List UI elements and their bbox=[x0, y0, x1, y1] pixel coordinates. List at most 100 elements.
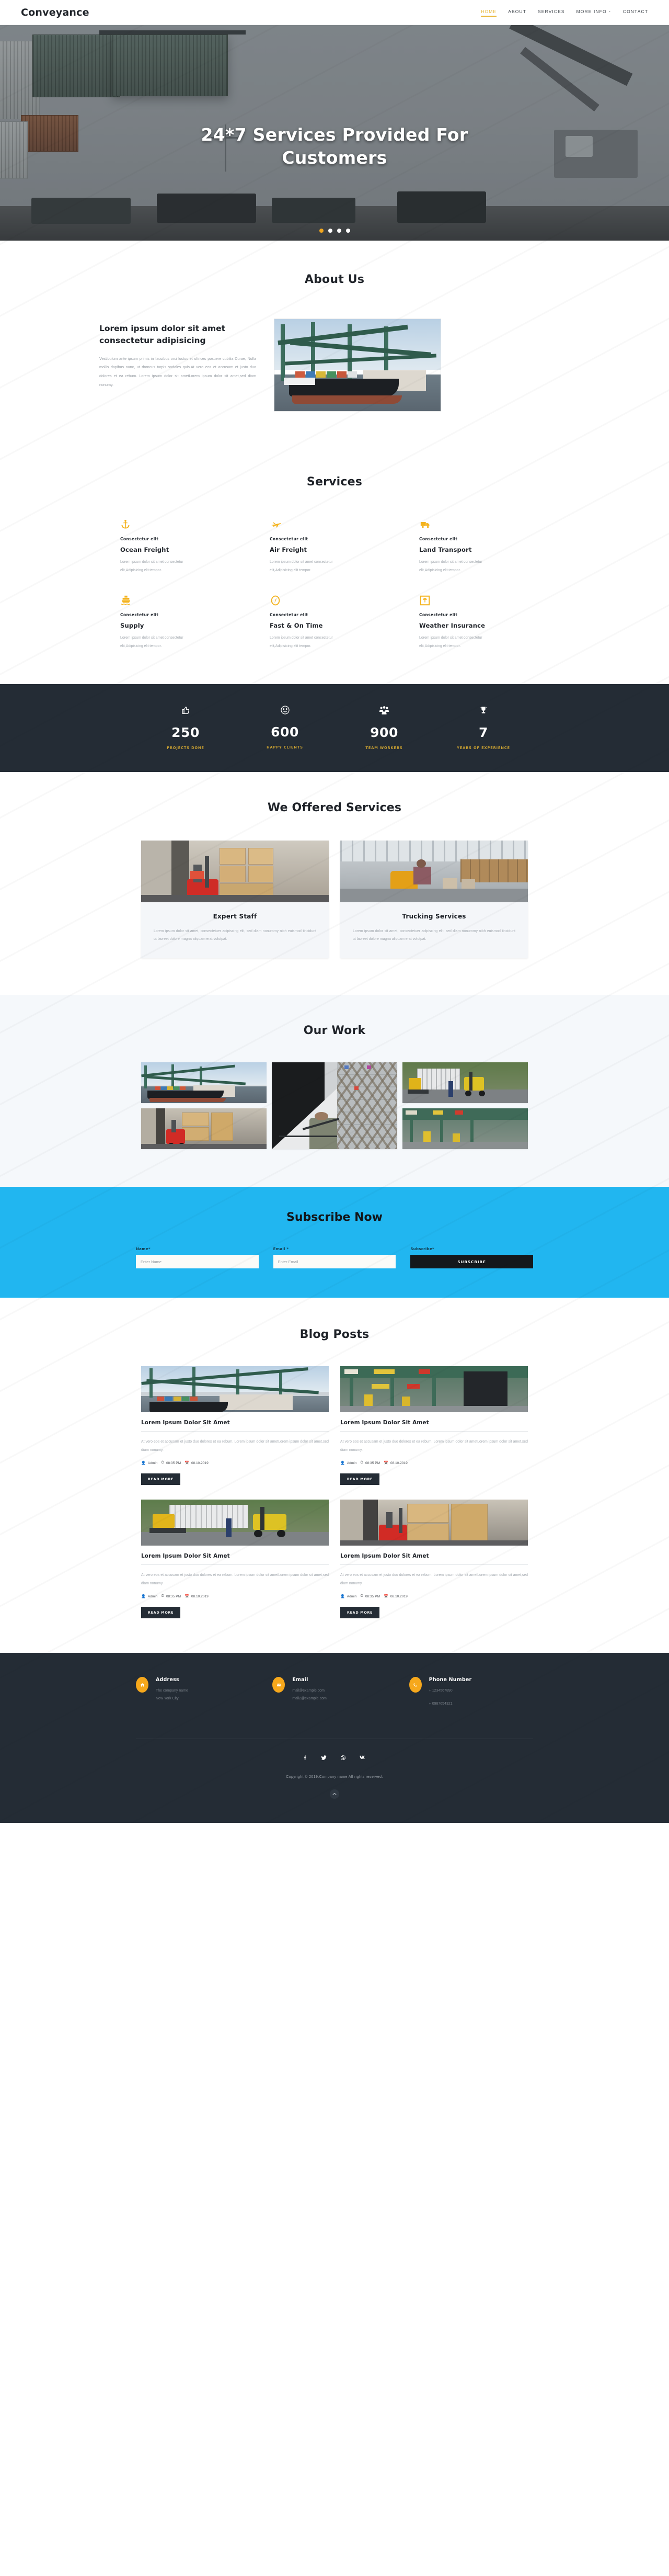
anchor-icon bbox=[120, 517, 250, 532]
read-more-button[interactable]: READ MORE bbox=[340, 1473, 380, 1485]
read-more-button[interactable]: READ MORE bbox=[141, 1473, 181, 1485]
blog-post-title[interactable]: Lorem Ipsum Dolor Sit Amet bbox=[340, 1420, 528, 1426]
stats-grid: 250 PROJECTS DONE 600 HAPPY CLIENTS 900 … bbox=[136, 705, 533, 750]
blog-post-image[interactable] bbox=[141, 1366, 329, 1413]
envelope-icon bbox=[272, 1677, 285, 1693]
about-section: About Us Lorem ipsum dolor sit amet cons… bbox=[0, 241, 669, 460]
service-kicker: Consectetur elit bbox=[120, 612, 159, 617]
service-card-supply[interactable]: Consectetur elit Supply Lorem ipsum dolo… bbox=[120, 593, 250, 651]
user-icon: 👤 bbox=[141, 1595, 146, 1599]
blog-post-image[interactable] bbox=[340, 1366, 528, 1413]
offered-card-title: Trucking Services bbox=[402, 912, 466, 920]
footer-phone-column: Phone Number + 1234567890 + 0987654321 bbox=[409, 1677, 533, 1708]
read-more-button[interactable]: READ MORE bbox=[340, 1607, 380, 1619]
read-more-button[interactable]: READ MORE bbox=[141, 1607, 181, 1619]
offered-card-text: Lorem ipsum dolor sit amet, consectetuer… bbox=[154, 929, 316, 941]
carousel-indicators[interactable] bbox=[0, 229, 669, 233]
blog-post-meta: 👤 Admin ⏱ 08:35 PM 📅 08.10.2019 bbox=[141, 1594, 329, 1598]
footer-email-column: Email mail@example.com mail2@example.com bbox=[272, 1677, 396, 1708]
page-root: Conveyance HOME ABOUT SERVICES MORE INFO… bbox=[0, 0, 669, 1823]
service-card-air-freight[interactable]: Consectetur elit Air Freight Lorem ipsum… bbox=[270, 517, 399, 575]
nav-item-contact[interactable]: CONTACT bbox=[623, 9, 648, 16]
footer-email-1[interactable]: mail@example.com bbox=[292, 1687, 326, 1695]
name-field-group: Name* bbox=[136, 1247, 259, 1269]
blog-post-author: Admin bbox=[347, 1594, 357, 1598]
carousel-dot-2[interactable] bbox=[328, 229, 332, 233]
blog-post-text: At vero eos et accusam et justo duo dolo… bbox=[340, 1573, 528, 1585]
service-card-ocean-freight[interactable]: Consectetur elit Ocean Freight Lorem ips… bbox=[120, 517, 250, 575]
nav-label-home: HOME bbox=[481, 8, 497, 14]
blog-post-date: 08.10.2019 bbox=[390, 1594, 408, 1598]
carousel-dot-1[interactable] bbox=[319, 229, 324, 233]
service-kicker: Consectetur elit bbox=[270, 537, 308, 541]
blog-post-author: Admin bbox=[347, 1461, 357, 1465]
site-header: Conveyance HOME ABOUT SERVICES MORE INFO… bbox=[0, 0, 669, 25]
name-input[interactable] bbox=[136, 1255, 259, 1269]
nav-item-about[interactable]: ABOUT bbox=[508, 9, 526, 16]
service-name: Supply bbox=[120, 621, 144, 629]
blog-post-meta: 👤 Admin ⏱ 08:35 PM 📅 08.10.2019 bbox=[340, 1594, 528, 1598]
blog-post-image[interactable] bbox=[340, 1500, 528, 1546]
subscribe-title: Subscribe Now bbox=[286, 1211, 383, 1224]
gallery-item-5[interactable] bbox=[402, 1108, 528, 1150]
our-work-gallery bbox=[141, 1062, 528, 1154]
gallery-item-4[interactable] bbox=[141, 1108, 267, 1150]
blog-post-time: 08:35 PM bbox=[365, 1461, 380, 1465]
service-card-weather-insurance[interactable]: Consectetur elit Weather Insurance Lorem… bbox=[419, 593, 549, 651]
gallery-item-2[interactable] bbox=[272, 1062, 397, 1150]
blog-post-date: 08.10.2019 bbox=[390, 1461, 408, 1465]
footer-email-2[interactable]: mail2@example.com bbox=[292, 1695, 326, 1703]
twitter-icon[interactable] bbox=[321, 1755, 327, 1762]
carousel-dot-4[interactable] bbox=[345, 229, 350, 233]
service-card-land-transport[interactable]: Consectetur elit Land Transport Lorem ip… bbox=[419, 517, 549, 575]
vk-icon[interactable] bbox=[360, 1755, 366, 1762]
service-card-fast-on-time[interactable]: Consectetur elit Fast & On Time Lorem ip… bbox=[270, 593, 399, 651]
nav-label-contact: CONTACT bbox=[622, 8, 648, 14]
stat-number: 900 bbox=[370, 724, 398, 740]
chevron-down-icon: ⌄ bbox=[608, 9, 612, 13]
social-links bbox=[0, 1755, 669, 1762]
gallery-item-3[interactable] bbox=[402, 1062, 528, 1104]
stat-number: 250 bbox=[171, 724, 200, 740]
blog-post-title[interactable]: Lorem Ipsum Dolor Sit Amet bbox=[141, 1553, 329, 1559]
scroll-to-top-button[interactable] bbox=[330, 1789, 339, 1799]
umbrella-box-icon bbox=[419, 593, 549, 608]
offered-card-image bbox=[141, 840, 329, 902]
blog-post-author: Admin bbox=[147, 1594, 158, 1598]
about-image bbox=[274, 319, 441, 412]
brand-logo[interactable]: Conveyance bbox=[21, 7, 89, 18]
nav-item-home[interactable]: HOME bbox=[481, 8, 497, 17]
footer-address-line-1: The company name bbox=[156, 1689, 188, 1693]
service-kicker: Consectetur elit bbox=[270, 612, 308, 617]
calendar-icon: 📅 bbox=[184, 1461, 189, 1466]
phone-icon bbox=[409, 1677, 422, 1693]
service-kicker: Consectetur elit bbox=[419, 537, 458, 541]
offered-card-text: Lorem ipsum dolor sit amet, consectetuer… bbox=[353, 929, 515, 941]
facebook-icon[interactable] bbox=[303, 1755, 307, 1762]
footer-phone-1[interactable]: + 1234567890 bbox=[429, 1687, 472, 1695]
dribbble-icon[interactable] bbox=[340, 1755, 346, 1762]
gallery-item-1[interactable] bbox=[141, 1062, 267, 1104]
blog-post-time: 08:35 PM bbox=[166, 1594, 181, 1598]
offered-section-title: We Offered Services bbox=[267, 801, 402, 814]
carousel-dot-3[interactable] bbox=[337, 229, 341, 233]
subscribe-button[interactable]: SUBSCRIBE bbox=[410, 1255, 533, 1269]
hero-carousel[interactable]: 24*7 Services Provided For Customers bbox=[0, 25, 669, 241]
footer-phone-2[interactable]: + 0987654321 bbox=[429, 1700, 472, 1708]
blog-post-title[interactable]: Lorem Ipsum Dolor Sit Amet bbox=[141, 1420, 329, 1426]
nav-item-more-info[interactable]: MORE INFO ⌄ bbox=[576, 9, 612, 16]
services-section: Services Consectetur elit Ocean Freight … bbox=[0, 460, 669, 684]
blog-post-image[interactable] bbox=[141, 1500, 329, 1546]
thumbs-up-icon bbox=[136, 705, 235, 718]
hero-title: 24*7 Services Provided For Customers bbox=[201, 124, 468, 168]
offered-card-trucking-services[interactable]: Trucking Services Lorem ipsum dolor sit … bbox=[340, 840, 528, 959]
nav-item-services[interactable]: SERVICES bbox=[538, 9, 565, 16]
stat-happy-clients: 600 HAPPY CLIENTS bbox=[235, 705, 334, 750]
offered-card-expert-staff[interactable]: Expert Staff Lorem ipsum dolor sit amet,… bbox=[141, 840, 329, 959]
offered-services-section: We Offered Services Expert Staff Lorem i… bbox=[0, 771, 669, 995]
blog-post-title[interactable]: Lorem Ipsum Dolor Sit Amet bbox=[340, 1553, 528, 1559]
blog-post-date: 08.10.2019 bbox=[191, 1594, 209, 1598]
nav-label-services: SERVICES bbox=[537, 8, 565, 14]
email-input[interactable] bbox=[273, 1255, 396, 1269]
smiley-icon bbox=[235, 705, 334, 717]
